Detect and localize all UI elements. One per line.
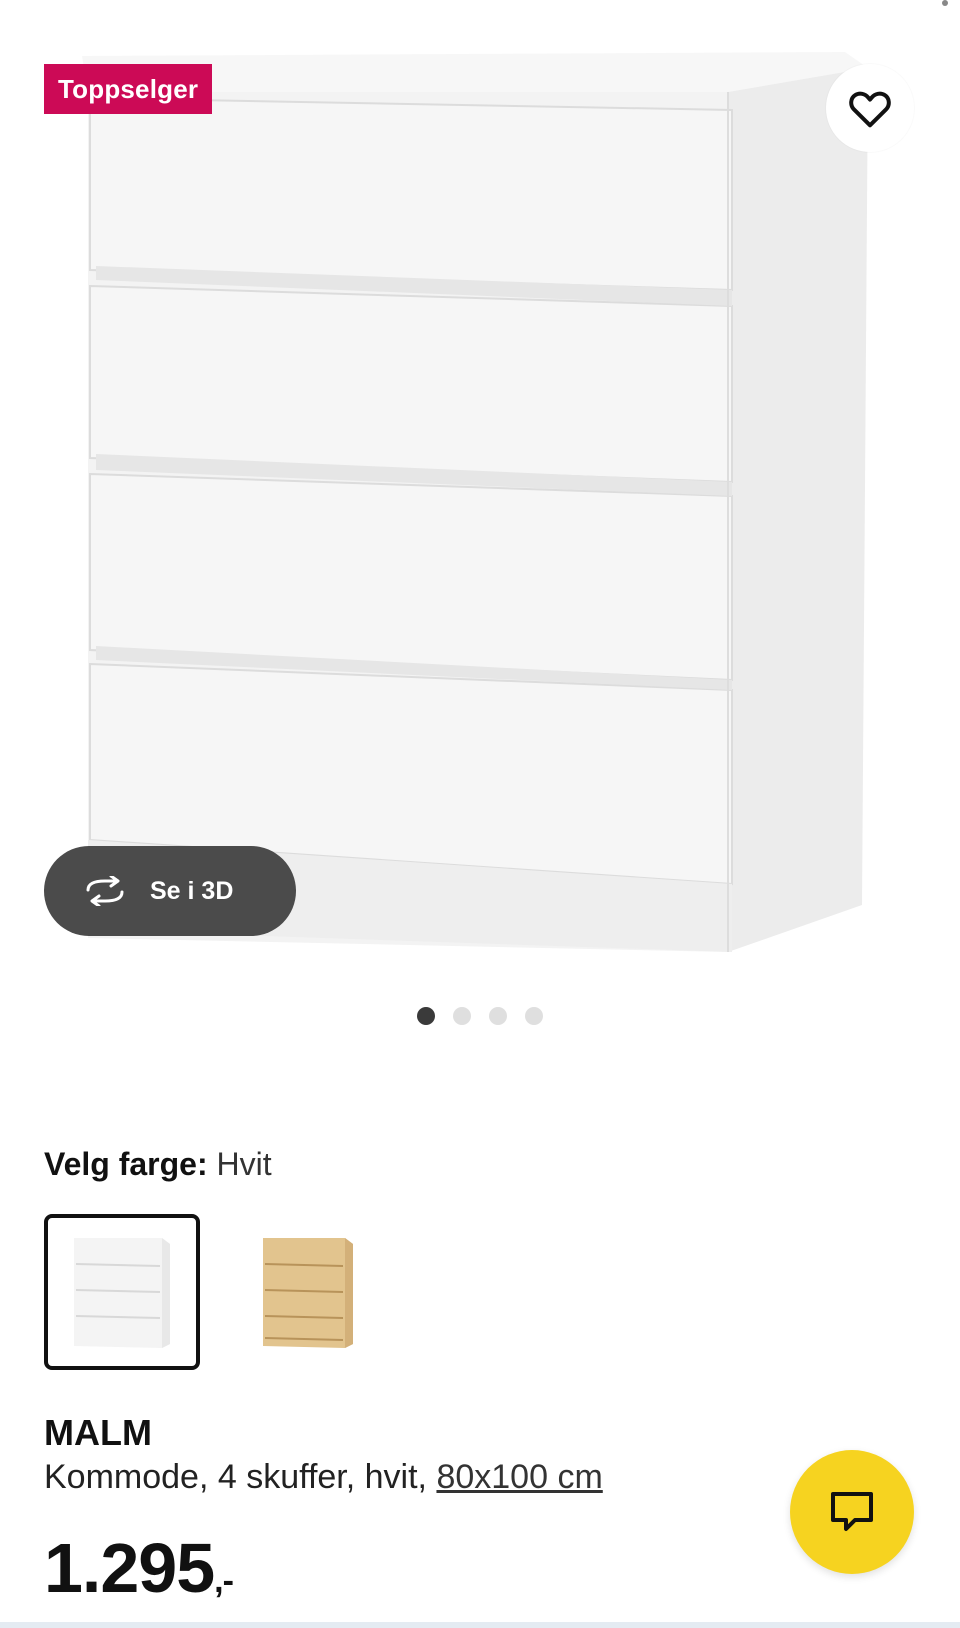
oak-dresser-thumbnail	[263, 1238, 353, 1348]
color-option-white[interactable]	[44, 1214, 200, 1370]
color-label-key: Velg farge:	[44, 1146, 208, 1182]
price-value: 1.295	[44, 1529, 215, 1607]
product-name: MALM	[44, 1412, 152, 1453]
favorite-button[interactable]	[826, 64, 914, 152]
product-image-gallery[interactable]: Toppselger Se i 3D	[0, 0, 960, 970]
rotate-3d-icon	[86, 876, 124, 906]
carousel-dot-4[interactable]	[525, 1007, 543, 1025]
scroll-indicator	[942, 0, 948, 6]
view-in-3d-button[interactable]: Se i 3D	[44, 846, 296, 936]
product-image	[82, 52, 868, 952]
color-option-oak[interactable]	[230, 1214, 386, 1370]
product-price: 1.295,-	[44, 1528, 234, 1608]
chat-button[interactable]	[790, 1450, 914, 1574]
price-suffix: ,-	[214, 1562, 234, 1600]
carousel-dot-1[interactable]	[417, 1007, 435, 1025]
top-seller-badge: Toppselger	[44, 64, 213, 114]
carousel-dot-3[interactable]	[489, 1007, 507, 1025]
product-size-link[interactable]: 80x100 cm	[436, 1458, 602, 1496]
product-description: Kommode, 4 skuffer, hvit, 80x100 cm	[44, 1458, 603, 1497]
carousel-indicator	[0, 1007, 960, 1025]
view-in-3d-label: Se i 3D	[150, 876, 234, 905]
color-label-value: Hvit	[216, 1146, 272, 1182]
white-dresser-thumbnail	[74, 1238, 170, 1348]
product-description-text: Kommode, 4 skuffer, hvit,	[44, 1458, 437, 1496]
carousel-dot-2[interactable]	[453, 1007, 471, 1025]
heart-icon	[849, 91, 891, 128]
color-selector-label: Velg farge: Hvit	[44, 1146, 272, 1183]
bottom-divider	[0, 1622, 960, 1628]
chat-icon	[831, 1492, 873, 1531]
